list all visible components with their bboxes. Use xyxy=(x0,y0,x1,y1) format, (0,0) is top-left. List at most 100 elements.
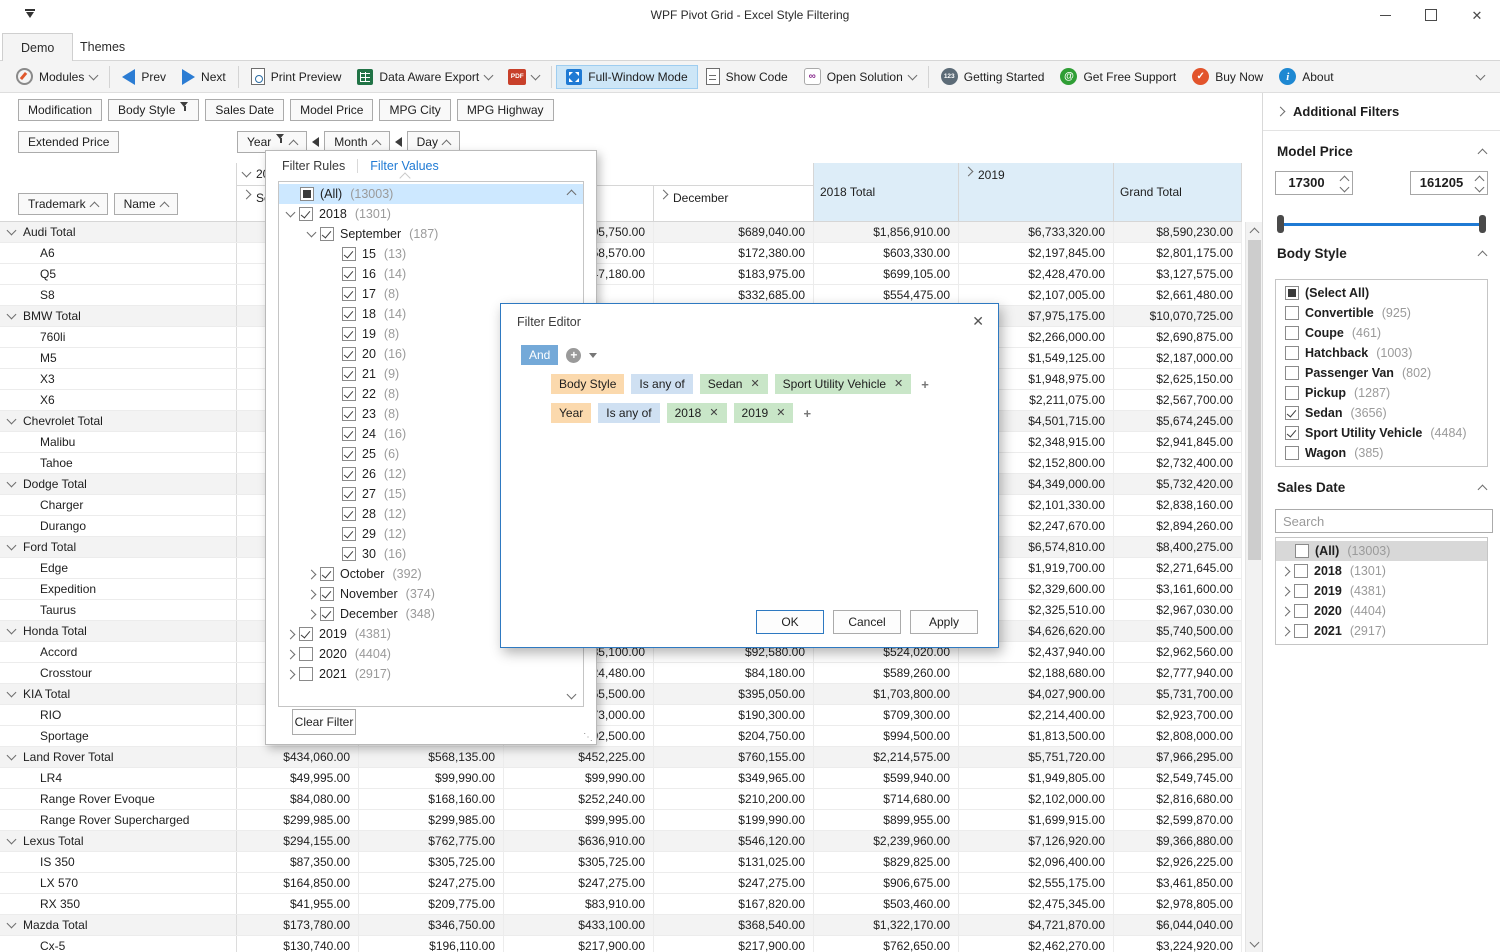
pivot-cell[interactable]: $2,214,400.00 xyxy=(959,705,1114,725)
pivot-cell[interactable]: $2,271,645.00 xyxy=(1114,558,1242,578)
tree-item[interactable]: (All)(13003) xyxy=(279,184,583,204)
expand-icon[interactable] xyxy=(242,190,252,200)
condition-operator-chip[interactable]: Is any of xyxy=(598,403,659,423)
pivot-cell[interactable]: $2,967,030.00 xyxy=(1114,600,1242,620)
pivot-cell[interactable]: $299,985.00 xyxy=(359,810,504,830)
row-group-header[interactable]: Mazda Total xyxy=(0,915,237,935)
condition-value-chip[interactable]: Sedan✕ xyxy=(700,374,768,394)
remove-value-icon[interactable]: ✕ xyxy=(894,379,903,390)
collapse-icon[interactable] xyxy=(7,625,17,635)
tree-item[interactable]: 2021(2917) xyxy=(1276,621,1487,641)
checkbox[interactable] xyxy=(1294,624,1308,638)
pivot-cell[interactable]: $1,813,500.00 xyxy=(959,726,1114,746)
tree-item[interactable]: 2020(4404) xyxy=(1276,601,1487,621)
tree-item[interactable]: 2018(1301) xyxy=(1276,561,1487,581)
collapse-icon[interactable] xyxy=(1478,149,1488,159)
tree-item[interactable]: 15(13) xyxy=(279,244,583,264)
pivot-cell[interactable]: $4,721,870.00 xyxy=(959,915,1114,935)
pivot-cell[interactable]: $99,995.00 xyxy=(504,810,654,830)
pivot-cell[interactable]: $2,188,680.00 xyxy=(959,663,1114,683)
tree-item[interactable]: 2021(2917) xyxy=(279,664,583,684)
pivot-cell[interactable]: $434,060.00 xyxy=(237,747,359,767)
pivot-cell[interactable]: $10,070,725.00 xyxy=(1114,306,1242,326)
checkbox[interactable] xyxy=(342,387,356,401)
checkbox[interactable] xyxy=(342,267,356,281)
minimize-button[interactable] xyxy=(1362,0,1408,30)
pivot-cell[interactable]: $2,567,700.00 xyxy=(1114,390,1242,410)
checkbox[interactable] xyxy=(342,467,356,481)
pivot-cell[interactable]: $5,740,500.00 xyxy=(1114,621,1242,641)
pivot-cell[interactable]: $6,044,040.00 xyxy=(1114,915,1242,935)
checkbox[interactable] xyxy=(342,407,356,421)
checkbox[interactable] xyxy=(320,227,334,241)
pivot-cell[interactable]: $762,775.00 xyxy=(359,831,504,851)
pivot-cell[interactable]: $2,838,160.00 xyxy=(1114,495,1242,515)
pivot-cell[interactable]: $2,555,175.00 xyxy=(959,873,1114,893)
row-header[interactable]: LX 570 xyxy=(0,873,237,893)
pivot-cell[interactable]: $2,816,680.00 xyxy=(1114,789,1242,809)
pivot-cell[interactable]: $1,322,170.00 xyxy=(814,915,959,935)
tab-filter-values[interactable]: Filter Values xyxy=(370,159,439,173)
checkbox[interactable] xyxy=(1285,366,1299,380)
slider-track[interactable] xyxy=(1277,223,1486,226)
expand-icon[interactable] xyxy=(659,190,669,200)
pivot-cell[interactable]: $84,080.00 xyxy=(237,789,359,809)
close-button[interactable]: ✕ xyxy=(1454,0,1500,30)
pivot-cell[interactable]: $5,731,700.00 xyxy=(1114,684,1242,704)
pivot-cell[interactable]: $2,962,560.00 xyxy=(1114,642,1242,662)
row-header[interactable]: Cx-5 xyxy=(0,936,237,952)
pivot-cell[interactable]: $568,135.00 xyxy=(359,747,504,767)
pivot-cell[interactable]: $2,096,400.00 xyxy=(959,852,1114,872)
pivot-cell[interactable]: $84,180.00 xyxy=(654,663,814,683)
pivot-cell[interactable]: $247,275.00 xyxy=(359,873,504,893)
collapse-icon[interactable] xyxy=(7,919,17,929)
row-group-header[interactable]: Ford Total xyxy=(0,537,237,557)
pivot-cell[interactable]: $899,955.00 xyxy=(814,810,959,830)
row-group-header[interactable]: Lexus Total xyxy=(0,831,237,851)
min-price-spinner[interactable]: 17300 xyxy=(1275,171,1353,195)
slider-handle-max[interactable] xyxy=(1479,215,1486,233)
row-header[interactable]: Crosstour xyxy=(0,663,237,683)
pivot-cell[interactable]: $252,240.00 xyxy=(504,789,654,809)
pivot-cell[interactable]: $2,475,345.00 xyxy=(959,894,1114,914)
sales-date-section-header[interactable]: Sales Date xyxy=(1263,467,1500,501)
pivot-cell[interactable]: $395,050.00 xyxy=(654,684,814,704)
prev-button[interactable]: Prev xyxy=(114,65,174,89)
cancel-button[interactable]: Cancel xyxy=(833,610,901,634)
next-button[interactable]: Next xyxy=(174,65,234,89)
pivot-cell[interactable]: $760,155.00 xyxy=(654,747,814,767)
pivot-cell[interactable]: $2,239,960.00 xyxy=(814,831,959,851)
row-group-header[interactable]: KIA Total xyxy=(0,684,237,704)
tree-item[interactable]: Passenger Van(802) xyxy=(1276,363,1487,383)
pivot-cell[interactable]: $209,775.00 xyxy=(359,894,504,914)
column-header-december[interactable]: December xyxy=(654,186,814,222)
tree-item[interactable]: Wagon(385) xyxy=(1276,443,1487,463)
pivot-cell[interactable]: $3,224,920.00 xyxy=(1114,936,1242,952)
pivot-cell[interactable]: $2,777,940.00 xyxy=(1114,663,1242,683)
pdf-export-button[interactable] xyxy=(500,65,547,89)
tree-item[interactable]: 2018(1301) xyxy=(279,204,583,224)
pivot-cell[interactable]: $3,127,575.00 xyxy=(1114,264,1242,284)
row-header[interactable]: S8 xyxy=(0,285,237,305)
field-name[interactable]: Name xyxy=(114,193,178,215)
dialog-close-button[interactable]: ✕ xyxy=(972,313,984,330)
row-group-header[interactable]: BMW Total xyxy=(0,306,237,326)
pivot-cell[interactable]: $172,380.00 xyxy=(654,243,814,263)
checkbox[interactable] xyxy=(342,487,356,501)
remove-value-icon[interactable]: ✕ xyxy=(776,408,785,419)
scrollbar-thumb[interactable] xyxy=(1248,240,1261,560)
condition-value-chip[interactable]: Sport Utility Vehicle✕ xyxy=(775,374,912,394)
pivot-cell[interactable]: $1,949,805.00 xyxy=(959,768,1114,788)
condition-value-chip[interactable]: 2018✕ xyxy=(667,403,727,423)
checkbox[interactable] xyxy=(1294,604,1308,618)
pivot-cell[interactable]: $829,825.00 xyxy=(814,852,959,872)
row-header[interactable]: Malibu xyxy=(0,432,237,452)
pivot-cell[interactable]: $699,105.00 xyxy=(814,264,959,284)
pivot-cell[interactable]: $196,110.00 xyxy=(359,936,504,952)
collapse-icon[interactable] xyxy=(286,208,296,218)
row-header[interactable]: Tahoe xyxy=(0,453,237,473)
pivot-cell[interactable]: $305,725.00 xyxy=(504,852,654,872)
checkbox[interactable] xyxy=(342,427,356,441)
group-operator-chip[interactable]: And xyxy=(521,345,558,365)
tree-item[interactable]: (All)(13003) xyxy=(1276,541,1487,561)
